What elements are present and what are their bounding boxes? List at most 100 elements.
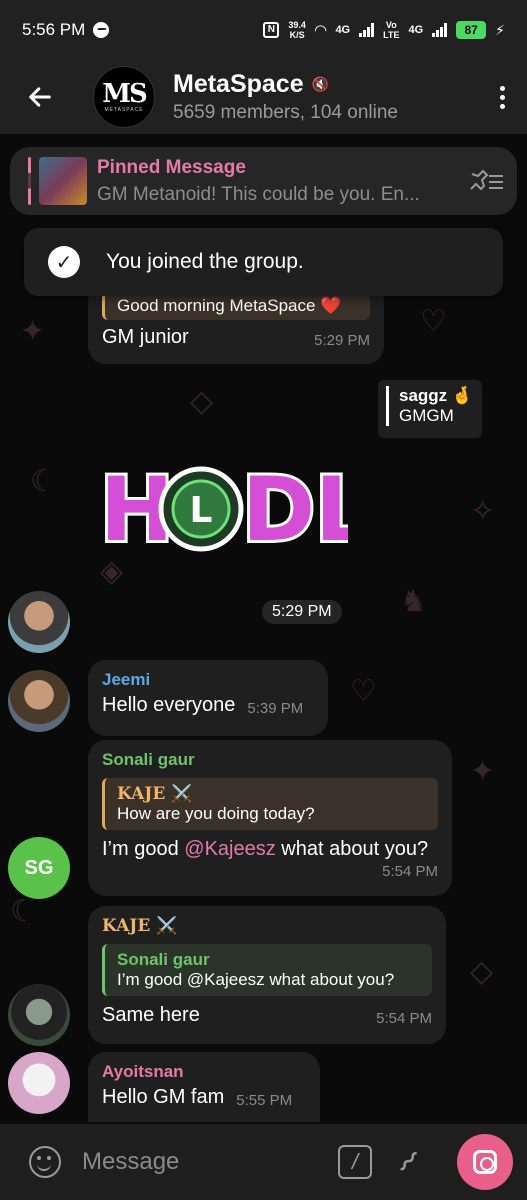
muted-icon: 🔇 [311, 76, 330, 92]
pinned-thumbnail [39, 157, 87, 205]
message-text: GM junior [102, 326, 189, 348]
unicorn-doodle: ♞ [400, 585, 427, 618]
crystal-doodle: ◇ [190, 385, 214, 418]
attach-button[interactable]: ⌇ [390, 1144, 425, 1179]
heart-doodle: ♡ [420, 305, 447, 338]
reply-text: Good morning MetaSpace ❤️ [117, 296, 342, 315]
reply-text: How are you doing today? [117, 804, 315, 823]
message-input[interactable] [82, 1148, 322, 1176]
toast-text: You joined the group. [106, 250, 304, 273]
group-logo: MS [102, 79, 148, 109]
signal-icon-2 [432, 23, 448, 37]
sticker-letters-dl: DL [242, 458, 348, 560]
avatar[interactable]: SG [8, 837, 70, 899]
message-text: Hello everyone [102, 694, 236, 716]
checkmark-icon: ✓ [48, 246, 80, 278]
group-logo-sub: METASPACE [104, 107, 144, 113]
avatar-initials: SG [24, 856, 54, 879]
diamond-doodle: ◇ [470, 955, 494, 988]
network-type-1: 4G [335, 24, 351, 36]
network-type-2: 4G [408, 24, 424, 36]
message-time: 5:29 PM [314, 332, 370, 349]
message-time: 5:54 PM [382, 863, 438, 880]
status-time: 5:56 PM [22, 20, 86, 39]
star-doodle: ✦ [20, 315, 46, 348]
message-time: 5:54 PM [376, 1010, 432, 1027]
avatar[interactable] [8, 670, 70, 732]
reply-text: I’m good @Kajeesz what about you? [117, 970, 395, 989]
message-text: Same here [102, 1004, 200, 1026]
reply-quote[interactable]: KAJE ⚔️ How are you doing today? [102, 778, 438, 830]
reply-text: GMGM [399, 406, 454, 425]
pinned-indicator [28, 157, 31, 205]
hodl-sticker[interactable]: H L DL [100, 452, 348, 560]
wifi-icon: ◠ [314, 22, 327, 39]
slash-icon: / [351, 1149, 359, 1174]
dot-icon [499, 94, 505, 100]
signal-icon [359, 23, 375, 37]
reply-quote[interactable]: Sonali gaur I’m good @Kajeesz what about… [102, 944, 432, 996]
battery-icon: 87 [456, 21, 487, 39]
volte-icon: Vo LTE [383, 20, 400, 40]
message-text-part: I’m good [102, 838, 185, 860]
pinned-list-button[interactable] [457, 168, 517, 194]
message-bubble[interactable]: KAJE ⚔️ Sonali gaur I’m good @Kajeesz wh… [88, 906, 446, 1044]
heart-doodle: ♡ [350, 675, 377, 708]
pinned-title: Pinned Message [97, 156, 246, 178]
pin-list-icon [470, 169, 503, 191]
joined-toast: ✓ You joined the group. [24, 228, 503, 296]
pinned-text: GM Metanoid! This could be you. En... [97, 183, 420, 205]
message-bubble[interactable]: Sonali gaur KAJE ⚔️ How are you doing to… [88, 740, 452, 896]
sender-name[interactable]: Sonali gaur [102, 750, 438, 770]
group-subtitle: 5659 members, 104 online [173, 102, 398, 123]
charging-icon: ⚡ [495, 21, 505, 38]
commands-button[interactable]: / [338, 1145, 372, 1179]
reply-name: KAJE ⚔️ [117, 784, 193, 804]
paperclip-icon: ⌇ [390, 1145, 425, 1179]
dot-icon [499, 103, 505, 109]
status-icons: N 39.4 K/S ◠ 4G Vo LTE 4G 87 ⚡ [263, 20, 505, 40]
nfc-icon: N [263, 22, 280, 38]
moon-doodle: ☾ [30, 465, 57, 498]
star-doodle: ✦ [470, 755, 496, 788]
message-text: I’m good @Kajeesz what about you? [102, 838, 438, 861]
message-time: 5:39 PM [247, 700, 304, 717]
group-avatar[interactable]: MS METASPACE [93, 66, 155, 128]
more-menu-button[interactable] [477, 60, 527, 134]
pinned-message-bar[interactable]: Pinned Message GM Metanoid! This could b… [10, 147, 517, 215]
group-info[interactable]: MetaSpace 🔇 5659 members, 104 online [173, 70, 477, 124]
star-doodle: ✧ [470, 495, 496, 528]
message-text-part: what about you? [275, 838, 429, 860]
sender-name[interactable]: Jeemi [102, 670, 314, 690]
avatar[interactable] [8, 591, 70, 653]
reply-name: Sonali gaur [117, 950, 210, 969]
message-bubble[interactable]: Ayoitsnan Hello GM fam 5:55 PM [88, 1052, 320, 1122]
group-title: MetaSpace [173, 70, 304, 98]
dot-icon [499, 85, 505, 91]
status-bar: 5:56 PM N 39.4 K/S ◠ 4G Vo LTE 4G 87 ⚡ [0, 0, 527, 60]
sender-name[interactable]: KAJE ⚔️ [102, 916, 432, 936]
camera-button[interactable] [457, 1134, 513, 1190]
message-bubble[interactable]: saggz 🤞 GMGM [378, 380, 482, 438]
sticker-coin-letter: L [190, 490, 213, 531]
back-button[interactable] [0, 60, 80, 134]
sticker-time: 5:29 PM [262, 600, 342, 624]
avatar[interactable] [8, 1052, 70, 1114]
message-bubble[interactable]: Jeemi Hello everyone 5:39 PM [88, 660, 328, 736]
emoji-icon [29, 1146, 61, 1178]
message-time: 5:55 PM [236, 1092, 293, 1109]
message-text: Hello GM fam [102, 1086, 225, 1108]
emoji-button[interactable] [0, 1146, 90, 1178]
sender-name[interactable]: Ayoitsnan [102, 1062, 306, 1082]
avatar[interactable] [8, 984, 70, 1046]
reply-name: saggz 🤞 [399, 386, 474, 405]
message-input-bar: / ⌇ [0, 1124, 527, 1200]
messenger-icon [93, 22, 110, 38]
arrow-left-icon [29, 87, 51, 107]
network-speed: 39.4 K/S [288, 20, 306, 40]
moon-doodle: ☾ [10, 895, 37, 928]
reply-quote[interactable]: Good morning MetaSpace ❤️ [102, 292, 370, 320]
camera-icon [473, 1150, 497, 1174]
mention-link[interactable]: @Kajeesz [184, 838, 275, 860]
chat-header: MS METASPACE MetaSpace 🔇 5659 members, 1… [0, 60, 527, 134]
